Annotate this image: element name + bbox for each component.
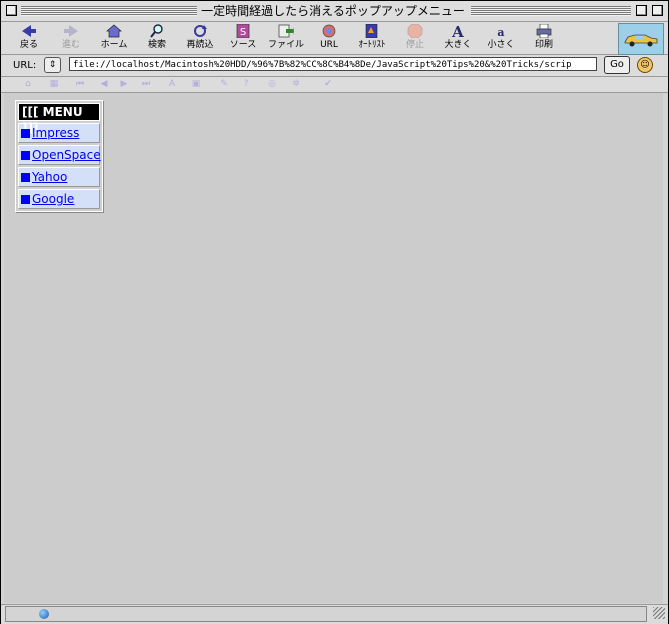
menu-item-google[interactable]: Google	[18, 189, 100, 209]
reload-button-label: 再読込	[186, 40, 214, 50]
search-icon	[149, 24, 165, 38]
next-icon[interactable]: ▶	[119, 79, 129, 89]
smiley-icon[interactable]: ☺	[637, 57, 653, 73]
autolist-button-label: ｵｰﾄﾘｽﾄ	[358, 40, 386, 50]
font-larger-button[interactable]: A 大きく	[438, 23, 478, 54]
source-icon: S	[235, 23, 251, 39]
address-bar: URL: ⇕ file://localhost/Macintosh%20HDD/…	[1, 55, 668, 77]
security-icon[interactable]: ◎	[267, 79, 277, 89]
forward-button-label: 進む	[61, 40, 80, 50]
popup-menu: [[[ MENU ]]] Impress OpenSpace Yahoo Goo…	[15, 100, 103, 212]
edit-icon[interactable]: ✎	[219, 79, 229, 89]
menu-link-label: Yahoo	[32, 170, 68, 184]
reload-button[interactable]: 再読込	[180, 24, 220, 54]
image-icon[interactable]: ▣	[191, 79, 201, 89]
svg-text:S: S	[240, 27, 246, 38]
close-box[interactable]	[6, 5, 17, 16]
source-button[interactable]: S ソース	[223, 23, 263, 54]
personal-toolbar: ⌂ ▦ ⏮ ◀ ▶ ⏭ A ▣ ✎ ? ◎ ✲ ✔	[1, 77, 668, 93]
rewind-icon[interactable]: ⏮	[75, 79, 85, 89]
font-smaller-icon: a	[493, 24, 509, 39]
forward-arrow-icon	[63, 24, 79, 38]
help-icon[interactable]: ?	[241, 79, 251, 89]
square-bullet-icon	[21, 195, 30, 204]
stop-button[interactable]: 停止	[395, 23, 435, 54]
browser-logo	[618, 23, 664, 55]
print-button-label: 印刷	[534, 40, 553, 50]
url-label: URL:	[13, 60, 37, 71]
square-bullet-icon	[21, 151, 30, 160]
home-icon[interactable]: ⌂	[23, 79, 33, 89]
status-bar	[1, 604, 668, 624]
home-button-label: ホーム	[100, 40, 128, 50]
menu-link-openspace[interactable]: OpenSpace	[19, 146, 101, 164]
search-button-label: 検索	[147, 40, 166, 50]
page-content: [[[ MENU ]]] Impress OpenSpace Yahoo Goo…	[4, 93, 663, 603]
reload-icon	[192, 24, 208, 38]
settings-icon[interactable]: ✲	[291, 79, 301, 89]
font-icon[interactable]: A	[167, 79, 177, 89]
svg-text:A: A	[451, 24, 464, 38]
url-history-dropdown[interactable]: ⇕	[44, 57, 61, 73]
url-button[interactable]: URL	[309, 24, 349, 54]
font-larger-button-label: 大きく	[444, 40, 472, 50]
collapse-box[interactable]	[652, 5, 663, 16]
back-button-label: 戻る	[19, 40, 38, 50]
stop-button-label: 停止	[405, 40, 424, 50]
title-bar[interactable]: 一定時間経過したら消えるポップアップメニュー	[1, 1, 668, 22]
autolist-button[interactable]: ｵｰﾄﾘｽﾄ	[352, 23, 392, 54]
menu-link-yahoo[interactable]: Yahoo	[19, 168, 99, 186]
menu-link-label: OpenSpace	[32, 148, 101, 162]
globe-icon	[39, 609, 49, 619]
url-input[interactable]: file://localhost/Macintosh%20HDD/%96%7B%…	[69, 57, 597, 71]
font-larger-icon: A	[450, 23, 466, 41]
title-bar-stripes-left	[21, 6, 197, 16]
forward-button[interactable]: 進む	[51, 24, 91, 54]
font-smaller-button[interactable]: a 小さく	[481, 24, 521, 54]
file-icon	[278, 24, 294, 38]
status-field	[5, 606, 647, 622]
font-smaller-button-label: 小さく	[487, 40, 515, 50]
grid-icon[interactable]: ▦	[49, 79, 59, 89]
menu-link-impress[interactable]: Impress	[19, 124, 99, 142]
file-button-label: ファイル	[267, 40, 304, 50]
menu-item-impress[interactable]: Impress	[18, 123, 100, 143]
svg-text:a: a	[497, 26, 504, 38]
source-button-label: ソース	[229, 40, 257, 50]
previous-icon[interactable]: ◀	[99, 79, 109, 89]
back-button[interactable]: 戻る	[9, 24, 49, 54]
stop-icon	[407, 23, 423, 39]
search-button[interactable]: 検索	[137, 24, 177, 54]
go-button[interactable]: Go	[604, 56, 630, 74]
url-icon	[321, 24, 337, 38]
menu-link-label: Impress	[32, 126, 80, 140]
title-bar-stripes-right	[471, 6, 631, 16]
fast-forward-icon[interactable]: ⏭	[141, 79, 151, 89]
back-arrow-icon	[21, 24, 37, 38]
zoom-box[interactable]	[636, 5, 647, 16]
resize-grip-icon[interactable]	[653, 607, 665, 619]
check-icon[interactable]: ✔	[323, 79, 333, 89]
updown-arrows-icon: ⇕	[48, 60, 57, 70]
menu-link-label: Google	[32, 192, 75, 206]
home-button[interactable]: ホーム	[94, 24, 134, 54]
print-icon	[536, 23, 552, 39]
url-button-label: URL	[320, 40, 338, 50]
autolist-icon	[364, 23, 380, 39]
browser-window: 一定時間経過したら消えるポップアップメニュー 戻る 進む ホーム 検索 再読込 …	[0, 0, 669, 624]
window-title: 一定時間経過したら消えるポップアップメニュー	[197, 3, 469, 19]
menu-item-openspace[interactable]: OpenSpace	[18, 145, 101, 165]
file-button[interactable]: ファイル	[266, 24, 306, 54]
menu-title: [[[ MENU ]]]	[18, 103, 100, 135]
square-bullet-icon	[21, 173, 30, 182]
navigation-toolbar: 戻る 進む ホーム 検索 再読込 S ソース ファイル URL ｵｰﾄﾘｽﾄ 停…	[1, 22, 668, 55]
menu-item-yahoo[interactable]: Yahoo	[18, 167, 100, 187]
home-icon	[106, 24, 122, 38]
car-logo-icon	[624, 34, 658, 47]
menu-link-google[interactable]: Google	[19, 190, 99, 208]
print-button[interactable]: 印刷	[524, 23, 564, 54]
square-bullet-icon	[21, 129, 30, 138]
